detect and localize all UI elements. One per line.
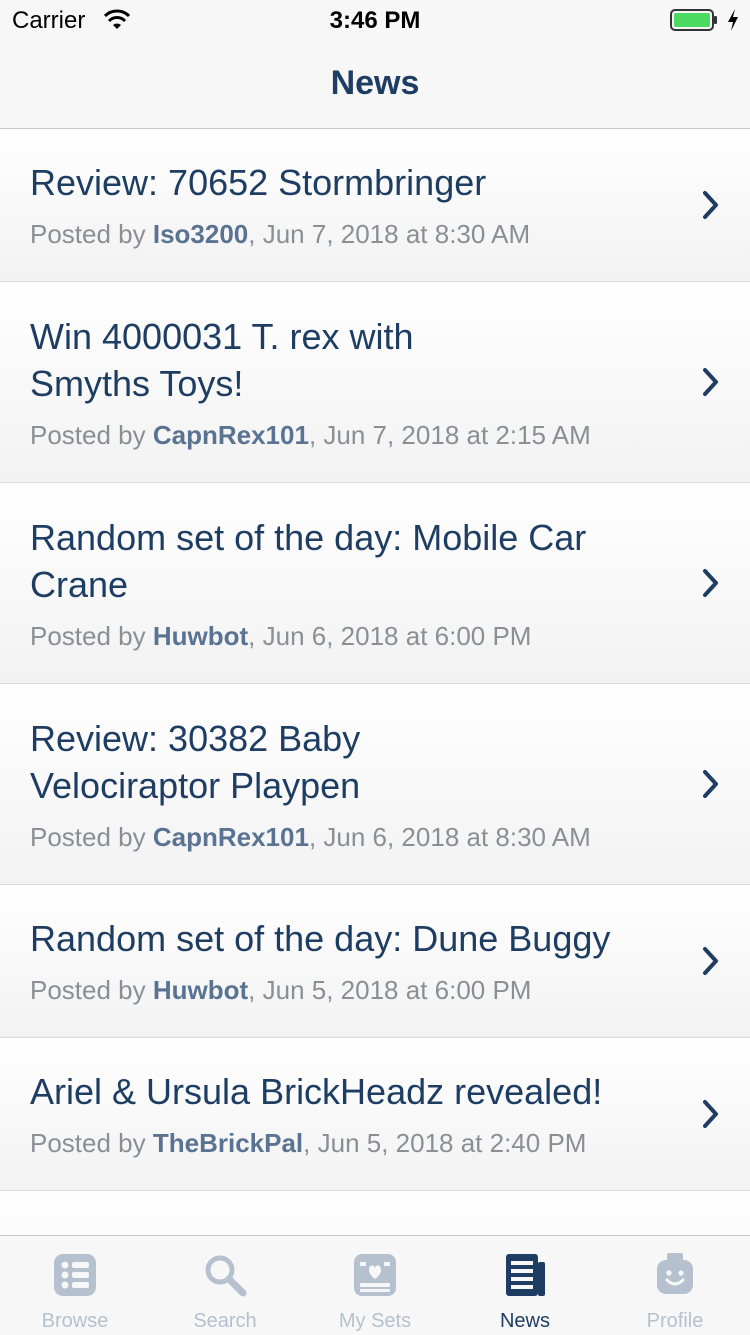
chevron-right-icon [703, 770, 718, 798]
tab-bar: Browse Search My Sets News Profile [0, 1235, 750, 1335]
tab-news[interactable]: News [450, 1236, 600, 1335]
posted-by-label: Posted by [30, 219, 153, 249]
chevron-right-icon [703, 947, 718, 975]
posted-by-label: Posted by [30, 621, 153, 651]
my-sets-icon [354, 1254, 396, 1296]
posted-by-label: Posted by [30, 822, 153, 852]
news-author[interactable]: Iso3200 [153, 219, 248, 249]
news-title: Ariel & Ursula BrickHeadz revealed! [30, 1071, 603, 1112]
news-row[interactable]: Win 4000031 T. rex with Smyths Toys! Pos… [0, 282, 750, 483]
news-row[interactable]: Random set of the day: Dune Buggy Posted… [0, 885, 750, 1038]
news-row[interactable]: Ariel & Ursula BrickHeadz revealed! Post… [0, 1038, 750, 1191]
posted-by-label: Posted by [30, 420, 153, 450]
charging-bolt-icon [728, 9, 738, 31]
news-meta: Posted by Iso3200, Jun 7, 2018 at 8:30 A… [30, 219, 710, 250]
tab-label: News [499, 1310, 550, 1332]
tab-label: My Sets [338, 1310, 412, 1332]
news-date: , Jun 6, 2018 at 8:30 AM [308, 822, 591, 852]
news-title: Review: 70652 Stormbringer [30, 162, 487, 203]
news-icon [506, 1254, 545, 1296]
search-icon [205, 1255, 247, 1297]
news-row[interactable]: Review: 70652 Stormbringer Posted by Iso… [0, 129, 750, 282]
news-author[interactable]: Huwbot [153, 975, 248, 1005]
tab-browse[interactable]: Browse [0, 1236, 150, 1335]
status-time: 3:46 PM [329, 7, 421, 34]
news-meta: Posted by Huwbot, Jun 5, 2018 at 6:00 PM [30, 975, 710, 1006]
news-author[interactable]: Huwbot [153, 621, 248, 651]
news-title: Win 4000031 T. rex with Smyths Toys! [30, 316, 414, 404]
news-date: , Jun 5, 2018 at 6:00 PM [248, 975, 532, 1005]
tab-search[interactable]: Search [150, 1236, 300, 1335]
browse-icon [54, 1254, 96, 1296]
chevron-right-icon [703, 569, 718, 597]
news-meta: Posted by CapnRex101, Jun 7, 2018 at 2:1… [30, 420, 710, 451]
news-title: Random set of the day: Mobile Car Crane [30, 517, 587, 605]
news-meta: Posted by Huwbot, Jun 6, 2018 at 6:00 PM [30, 621, 710, 652]
news-list[interactable]: Review: 70652 Stormbringer Posted by Iso… [0, 129, 750, 1235]
news-date: , Jun 7, 2018 at 2:15 AM [308, 420, 591, 450]
chevron-right-icon [703, 368, 718, 396]
navigation-bar: News [0, 40, 750, 129]
news-author[interactable]: CapnRex101 [153, 420, 309, 450]
chevron-right-icon [703, 191, 718, 219]
news-meta: Posted by CapnRex101, Jun 6, 2018 at 8:3… [30, 822, 710, 853]
news-row-partial[interactable] [0, 1191, 750, 1235]
posted-by-label: Posted by [30, 1128, 153, 1158]
tab-label: Profile [646, 1310, 704, 1332]
news-date: , Jun 7, 2018 at 8:30 AM [248, 219, 531, 249]
news-date: , Jun 5, 2018 at 2:40 PM [303, 1128, 587, 1158]
status-bar: Carrier 3:46 PM [0, 0, 750, 40]
chevron-right-icon [703, 1100, 718, 1128]
news-meta: Posted by TheBrickPal, Jun 5, 2018 at 2:… [30, 1128, 710, 1159]
news-title: Random set of the day: Dune Buggy [30, 918, 611, 959]
tab-label: Search [193, 1310, 257, 1332]
posted-by-label: Posted by [30, 975, 153, 1005]
tab-profile[interactable]: Profile [600, 1236, 750, 1335]
news-author[interactable]: CapnRex101 [153, 822, 309, 852]
news-title: Review: 30382 Baby Velociraptor Playpen [30, 718, 361, 806]
news-date: , Jun 6, 2018 at 6:00 PM [248, 621, 532, 651]
page-title: News [330, 64, 420, 102]
news-row[interactable]: Random set of the day: Mobile Car Crane … [0, 483, 750, 684]
tab-my-sets[interactable]: My Sets [300, 1236, 450, 1335]
news-author[interactable]: TheBrickPal [153, 1128, 303, 1158]
profile-icon [657, 1253, 693, 1294]
battery-icon [670, 9, 717, 31]
tab-label: Browse [41, 1310, 109, 1332]
news-row[interactable]: Review: 30382 Baby Velociraptor Playpen … [0, 684, 750, 885]
